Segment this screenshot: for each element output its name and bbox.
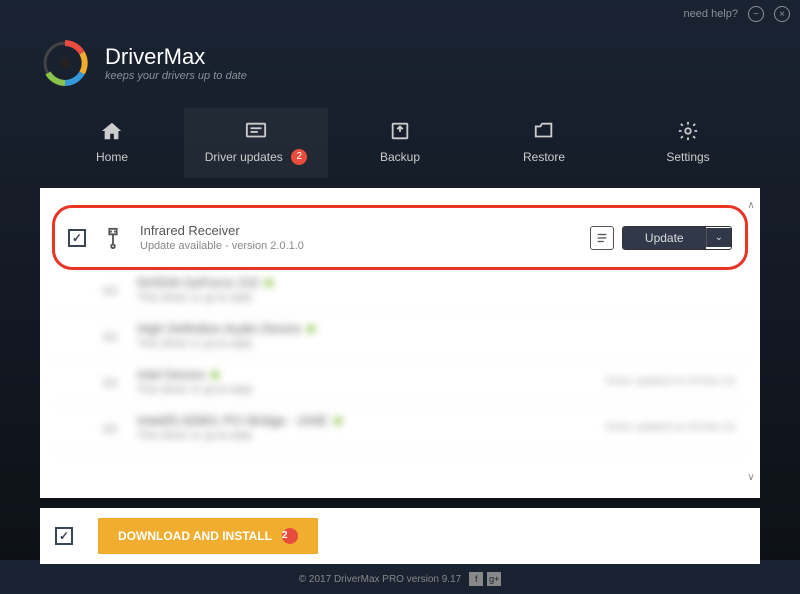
update-button[interactable]: Update ⌄ [622, 226, 732, 250]
nav-home[interactable]: Home [40, 108, 184, 178]
chevron-down-icon[interactable]: ⌄ [706, 228, 731, 247]
driver-row: ▭ NVIDIA GeForce 210 This driver is up-t… [55, 267, 745, 313]
driver-list-panel: Infrared Receiver Update available - ver… [40, 188, 760, 498]
audio-icon: ▭ [98, 324, 122, 348]
select-all-checkbox[interactable] [55, 527, 73, 545]
driver-info: Infrared Receiver Update available - ver… [140, 223, 590, 252]
nav-driver-updates[interactable]: Driver updates 2 [184, 108, 328, 178]
driver-row: ▭ Intel Device This driver is up-to-date… [55, 359, 745, 405]
app-logo-icon [40, 38, 90, 88]
details-icon[interactable] [590, 226, 614, 250]
nav-updates-label: Driver updates [205, 150, 283, 164]
driver-row: ▭ High Definition Audio Device This driv… [55, 313, 745, 359]
driver-checkbox[interactable] [68, 229, 86, 247]
home-icon [101, 120, 123, 142]
update-button-label: Update [623, 227, 706, 249]
need-help-link[interactable]: need help? [684, 8, 738, 20]
driver-row-highlighted[interactable]: Infrared Receiver Update available - ver… [52, 205, 748, 270]
scroll-down-icon[interactable]: ∨ [744, 472, 758, 486]
scrollbar[interactable]: ∧ ∨ [744, 200, 758, 486]
footer: © 2017 DriverMax PRO version 9.17 f g+ [0, 564, 800, 594]
driver-row: ▭ Intel(R) 82801 PCI Bridge - 244E This … [55, 405, 745, 451]
nav-backup-label: Backup [380, 150, 420, 164]
minimize-button[interactable]: − [748, 6, 764, 22]
nav-restore-label: Restore [523, 150, 565, 164]
copyright-text: © 2017 DriverMax PRO version 9.17 [299, 574, 461, 585]
main-nav: Home Driver updates 2 Backup Restore Set… [0, 108, 800, 178]
bottom-bar: DOWNLOAD AND INSTALL 2 [40, 508, 760, 564]
app-title: DriverMax [105, 44, 247, 70]
close-button[interactable]: × [774, 6, 790, 22]
chip-icon: ▭ [98, 370, 122, 394]
restore-icon [533, 120, 555, 142]
install-button-label: DOWNLOAD AND INSTALL [118, 529, 272, 543]
update-actions: Update ⌄ [590, 226, 732, 250]
driver-status: Update available - version 2.0.1.0 [140, 240, 590, 252]
nav-settings[interactable]: Settings [616, 108, 760, 178]
nav-home-label: Home [96, 150, 128, 164]
driver-name: Infrared Receiver [140, 223, 590, 238]
header-text: DriverMax keeps your drivers up to date [105, 44, 247, 82]
app-tagline: keeps your drivers up to date [105, 70, 247, 82]
nav-backup[interactable]: Backup [328, 108, 472, 178]
social-icons: f g+ [469, 572, 501, 586]
nav-restore[interactable]: Restore [472, 108, 616, 178]
chip-icon: ▭ [98, 416, 122, 440]
google-plus-icon[interactable]: g+ [487, 572, 501, 586]
install-badge: 2 [282, 528, 298, 544]
facebook-icon[interactable]: f [469, 572, 483, 586]
scroll-up-icon[interactable]: ∧ [744, 200, 758, 214]
nav-settings-label: Settings [666, 150, 709, 164]
monitor-icon: ▭ [98, 278, 122, 302]
gear-icon [677, 120, 699, 142]
updates-icon [245, 120, 267, 142]
backup-icon [389, 120, 411, 142]
updates-badge: 2 [291, 149, 307, 165]
titlebar: need help? − × [0, 0, 800, 28]
usb-icon [101, 226, 125, 250]
download-install-button[interactable]: DOWNLOAD AND INSTALL 2 [98, 518, 318, 554]
header: DriverMax keeps your drivers up to date [0, 28, 800, 93]
